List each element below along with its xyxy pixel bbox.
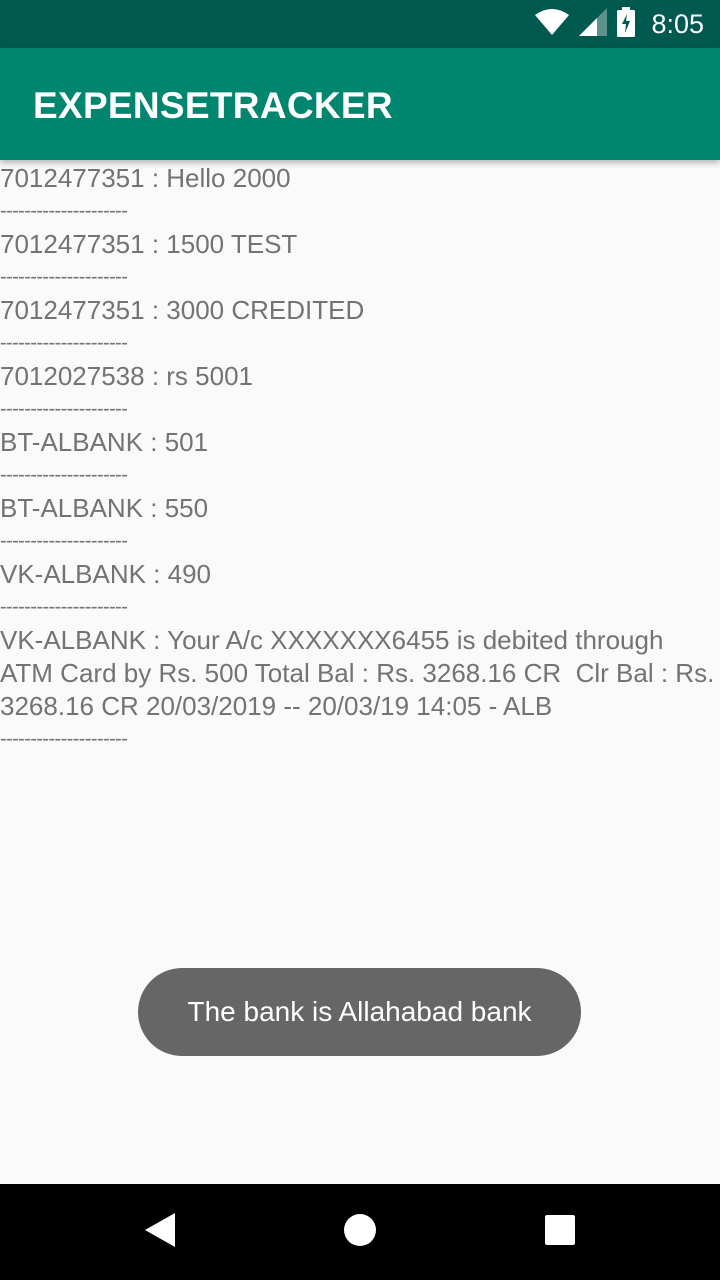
cell-signal-icon <box>579 7 608 41</box>
back-button[interactable] <box>100 1184 220 1280</box>
list-item: BT-ALBANK : 550 <box>0 493 209 523</box>
status-bar: 8:05 <box>0 0 720 48</box>
list-item: VK-ALBANK : Your A/c XXXXXXX6455 is debi… <box>0 625 715 721</box>
battery-charging-icon <box>617 6 636 42</box>
divider: --------------------- <box>0 728 128 750</box>
toast-text: The bank is Allahabad bank <box>187 996 532 1027</box>
app-bar: EXPENSETRACKER <box>0 48 720 160</box>
back-icon <box>145 1212 175 1252</box>
divider: --------------------- <box>0 266 128 288</box>
divider: --------------------- <box>0 332 128 354</box>
list-item: 7012477351 : Hello 2000 <box>0 163 291 193</box>
status-icons: 8:05 <box>535 0 704 48</box>
home-button[interactable] <box>300 1184 420 1280</box>
toast: The bank is Allahabad bank <box>138 968 581 1056</box>
list-item: BT-ALBANK : 501 <box>0 427 209 457</box>
recents-icon <box>545 1214 575 1250</box>
list-item: VK-ALBANK : 490 <box>0 559 211 589</box>
divider: --------------------- <box>0 200 128 222</box>
list-item: 7012477351 : 1500 TEST <box>0 229 298 259</box>
divider: --------------------- <box>0 398 128 420</box>
list-item: 7012477351 : 3000 CREDITED <box>0 295 365 325</box>
navigation-bar <box>0 1184 720 1280</box>
divider: --------------------- <box>0 464 128 486</box>
wifi-icon <box>535 8 570 40</box>
home-icon <box>343 1213 377 1252</box>
divider: --------------------- <box>0 596 128 618</box>
status-time: 8:05 <box>651 8 704 39</box>
list-item: 7012027538 : rs 5001 <box>0 361 253 391</box>
divider: --------------------- <box>0 530 128 552</box>
app-title: EXPENSETRACKER <box>33 85 393 126</box>
recents-button[interactable] <box>500 1184 620 1280</box>
